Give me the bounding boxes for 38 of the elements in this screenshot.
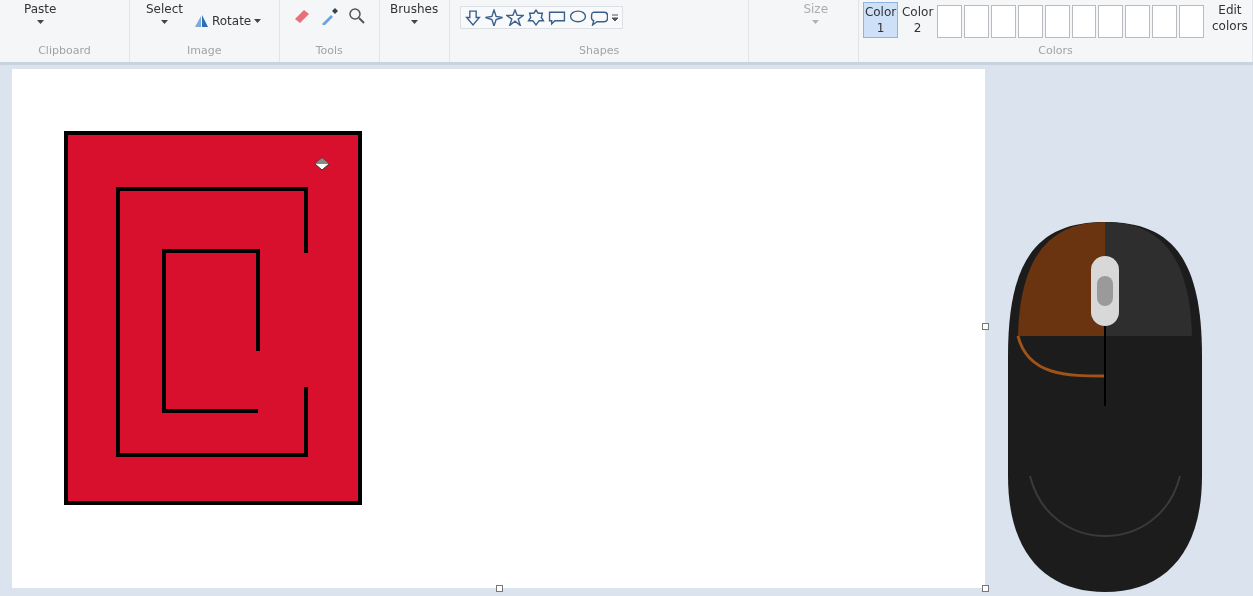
color-swatch[interactable]	[1098, 5, 1124, 38]
color-slot-button[interactable]: Color 2	[900, 2, 936, 38]
edit-colors-button[interactable]: Edit colors	[1211, 2, 1249, 34]
group-label: Clipboard	[37, 44, 92, 59]
color-swatch[interactable]	[1178, 5, 1204, 38]
color-swatch[interactable]	[964, 5, 989, 38]
group-label: Tools	[314, 44, 344, 59]
caret-icon	[36, 20, 44, 24]
caret-icon	[254, 19, 262, 23]
rotate-button[interactable]: Rotate	[192, 14, 262, 28]
shape-icon[interactable]	[590, 9, 609, 26]
fill-cursor-icon	[314, 157, 330, 171]
rotate-icon	[192, 14, 209, 28]
resize-handle[interactable]	[982, 323, 989, 330]
resize-handle[interactable]	[496, 585, 503, 592]
shape-icon[interactable]	[548, 9, 567, 26]
group-label: Colors	[1037, 44, 1074, 59]
color-swatch[interactable]	[1017, 5, 1043, 38]
color-slot-button[interactable]: Color 1	[863, 2, 899, 38]
caret-icon	[812, 20, 820, 24]
caret-icon	[410, 20, 418, 24]
group-label: Image	[186, 44, 223, 59]
color-swatch[interactable]	[1125, 5, 1151, 38]
shape-icon[interactable]	[464, 9, 483, 26]
caret-icon	[160, 20, 168, 24]
paste-button[interactable]: Paste	[24, 2, 57, 28]
shape-icon[interactable]	[527, 9, 546, 26]
color-swatch[interactable]	[1044, 5, 1070, 38]
shape-icon[interactable]	[485, 9, 504, 26]
color-swatch[interactable]	[937, 5, 963, 38]
group-label: Shapes	[578, 44, 621, 59]
color-swatch[interactable]	[990, 5, 1016, 38]
brushes-button[interactable]: Brushes	[389, 2, 439, 28]
select-button[interactable]: Select	[145, 2, 183, 28]
color-swatch[interactable]	[1071, 5, 1097, 38]
resize-handle[interactable]	[982, 585, 989, 592]
shape-icon[interactable]	[506, 9, 525, 26]
color-swatch[interactable]	[1152, 5, 1177, 38]
